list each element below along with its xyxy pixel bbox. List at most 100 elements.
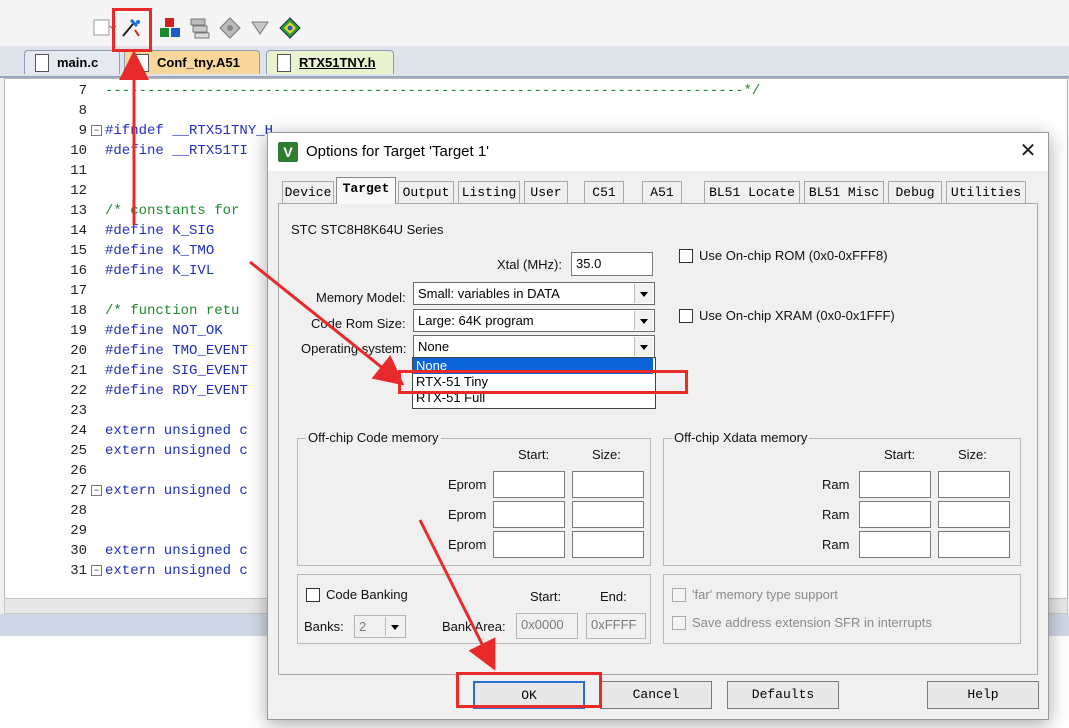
ram-start-input-3[interactable] — [859, 531, 931, 558]
ram-label: Ram — [822, 477, 850, 492]
line-number: 11 — [70, 163, 87, 179]
tab-bl51-misc[interactable]: BL51 Misc — [804, 181, 884, 203]
code-line[interactable]: /* function retu — [105, 301, 239, 321]
use-onchip-rom-checkbox[interactable] — [679, 249, 693, 263]
line-number: 23 — [70, 403, 87, 419]
chevron-down-icon — [634, 311, 653, 330]
ram-size-input-3[interactable] — [938, 531, 1010, 558]
offchip-xdata-title: Off-chip Xdata memory — [672, 430, 810, 445]
use-onchip-xram-checkbox[interactable] — [679, 309, 693, 323]
code-line[interactable]: #define K_TMO — [105, 241, 214, 261]
code-line[interactable]: #define __RTX51TI — [105, 141, 248, 161]
memory-model-select[interactable]: Small: variables in DATA — [413, 282, 655, 305]
pack-installer-icon[interactable] — [278, 16, 302, 40]
chevron-down-icon — [634, 337, 653, 356]
bank-area-end-input[interactable]: 0xFFFF — [586, 613, 646, 639]
fold-toggle-icon[interactable]: − — [91, 485, 102, 496]
banks-label: Banks: — [304, 619, 344, 634]
eprom-size-input-3[interactable] — [572, 531, 644, 558]
tab-output[interactable]: Output — [398, 181, 454, 203]
chevron-down-icon — [634, 284, 653, 303]
eprom-size-input-2[interactable] — [572, 501, 644, 528]
code-line[interactable]: #ifndef __RTX51TNY_H — [105, 121, 273, 141]
eprom-start-input-2[interactable] — [493, 501, 565, 528]
code-line[interactable]: #define NOT_OK — [105, 321, 223, 341]
line-number: 26 — [70, 463, 87, 479]
code-banking-group: Code Banking Start: End: Banks: 2 Bank A… — [297, 574, 651, 644]
line-number: 12 — [70, 183, 87, 199]
annotation-box-options-icon — [112, 8, 152, 52]
code-size-header: Size: — [592, 447, 621, 462]
code-line[interactable]: extern unsigned c — [105, 421, 248, 441]
ram-label: Ram — [822, 537, 850, 552]
ram-start-input-1[interactable] — [859, 471, 931, 498]
help-button[interactable]: Help — [927, 681, 1039, 709]
tab-listing[interactable]: Listing — [458, 181, 520, 203]
fold-toggle-icon[interactable]: − — [91, 125, 102, 136]
bank-area-start-input[interactable]: 0x0000 — [516, 613, 578, 639]
tab-debug[interactable]: Debug — [888, 181, 942, 203]
eprom-start-input-3[interactable] — [493, 531, 565, 558]
heart-arrows-icon[interactable] — [248, 16, 272, 40]
far-memory-label: 'far' memory type support — [692, 587, 838, 602]
tab-bl51-locate[interactable]: BL51 Locate — [704, 181, 800, 203]
target-tab-page: STC STC8H8K64U Series Xtal (MHz): 35.0 U… — [278, 203, 1038, 675]
bank-start-header: Start: — [530, 589, 562, 604]
code-line[interactable]: #define RDY_EVENT — [105, 381, 248, 401]
tab-main-c[interactable]: main.c — [24, 50, 120, 74]
manage-components-icon[interactable] — [158, 16, 182, 40]
tab-label: main.c — [57, 55, 99, 70]
code-line[interactable]: extern unsigned c — [105, 441, 248, 461]
tab-label: RTX51TNY.h — [299, 55, 376, 70]
code-line[interactable]: #define TMO_EVENT — [105, 341, 248, 361]
tab-target[interactable]: Target — [336, 177, 396, 204]
code-line[interactable]: extern unsigned c — [105, 561, 248, 581]
far-memory-checkbox[interactable] — [672, 588, 686, 602]
diamond-icon[interactable] — [218, 16, 242, 40]
fold-toggle-icon[interactable]: − — [91, 565, 102, 576]
cancel-button[interactable]: Cancel — [600, 681, 712, 709]
stacked-layers-icon[interactable] — [188, 16, 212, 40]
code-line[interactable]: /* constants for — [105, 201, 239, 221]
line-number: 16 — [70, 263, 87, 279]
code-rom-size-label: Code Rom Size: — [311, 316, 406, 331]
tab-a51[interactable]: A51 — [642, 181, 682, 203]
tab-utilities[interactable]: Utilities — [946, 181, 1026, 203]
code-banking-checkbox[interactable] — [306, 588, 320, 602]
line-number: 24 — [70, 423, 87, 439]
annotation-box-ok-button — [456, 672, 602, 708]
tab-rtx51tny-h[interactable]: RTX51TNY.h — [266, 50, 394, 74]
tab-label: Conf_tny.A51 — [157, 55, 240, 70]
tab-device[interactable]: Device — [282, 181, 334, 203]
ram-size-input-2[interactable] — [938, 501, 1010, 528]
operating-system-select[interactable]: None — [413, 335, 655, 358]
line-number: 10 — [70, 143, 87, 159]
code-line[interactable]: extern unsigned c — [105, 541, 248, 561]
code-line[interactable]: #define K_SIG — [105, 221, 214, 241]
tab-user[interactable]: User — [524, 181, 568, 203]
line-number: 20 — [70, 343, 87, 359]
code-line[interactable]: extern unsigned c — [105, 481, 248, 501]
use-onchip-xram-label: Use On-chip XRAM (0x0-0x1FFF) — [699, 308, 895, 323]
line-number: 27 — [70, 483, 87, 499]
code-line[interactable]: ----------------------------------------… — [105, 81, 760, 101]
code-line[interactable]: #define SIG_EVENT — [105, 361, 248, 381]
banks-select[interactable]: 2 — [354, 615, 406, 638]
ram-size-input-1[interactable] — [938, 471, 1010, 498]
save-address-ext-checkbox[interactable] — [672, 616, 686, 630]
eprom-start-input-1[interactable] — [493, 471, 565, 498]
document-icon — [277, 54, 291, 72]
eprom-label: Eprom — [448, 477, 487, 492]
tab-c51[interactable]: C51 — [584, 181, 624, 203]
dialog-titlebar[interactable]: V Options for Target 'Target 1' ✕ — [268, 133, 1048, 171]
defaults-button[interactable]: Defaults — [727, 681, 839, 709]
line-number: 18 — [70, 303, 87, 319]
code-line[interactable]: #define K_IVL — [105, 261, 214, 281]
close-icon[interactable]: ✕ — [1016, 139, 1040, 163]
tab-conf-tny-a51[interactable]: Conf_tny.A51 — [124, 50, 260, 74]
xtal-input[interactable]: 35.0 — [571, 252, 653, 276]
ram-start-input-2[interactable] — [859, 501, 931, 528]
line-number: 28 — [70, 503, 87, 519]
code-rom-size-select[interactable]: Large: 64K program — [413, 309, 655, 332]
eprom-size-input-1[interactable] — [572, 471, 644, 498]
